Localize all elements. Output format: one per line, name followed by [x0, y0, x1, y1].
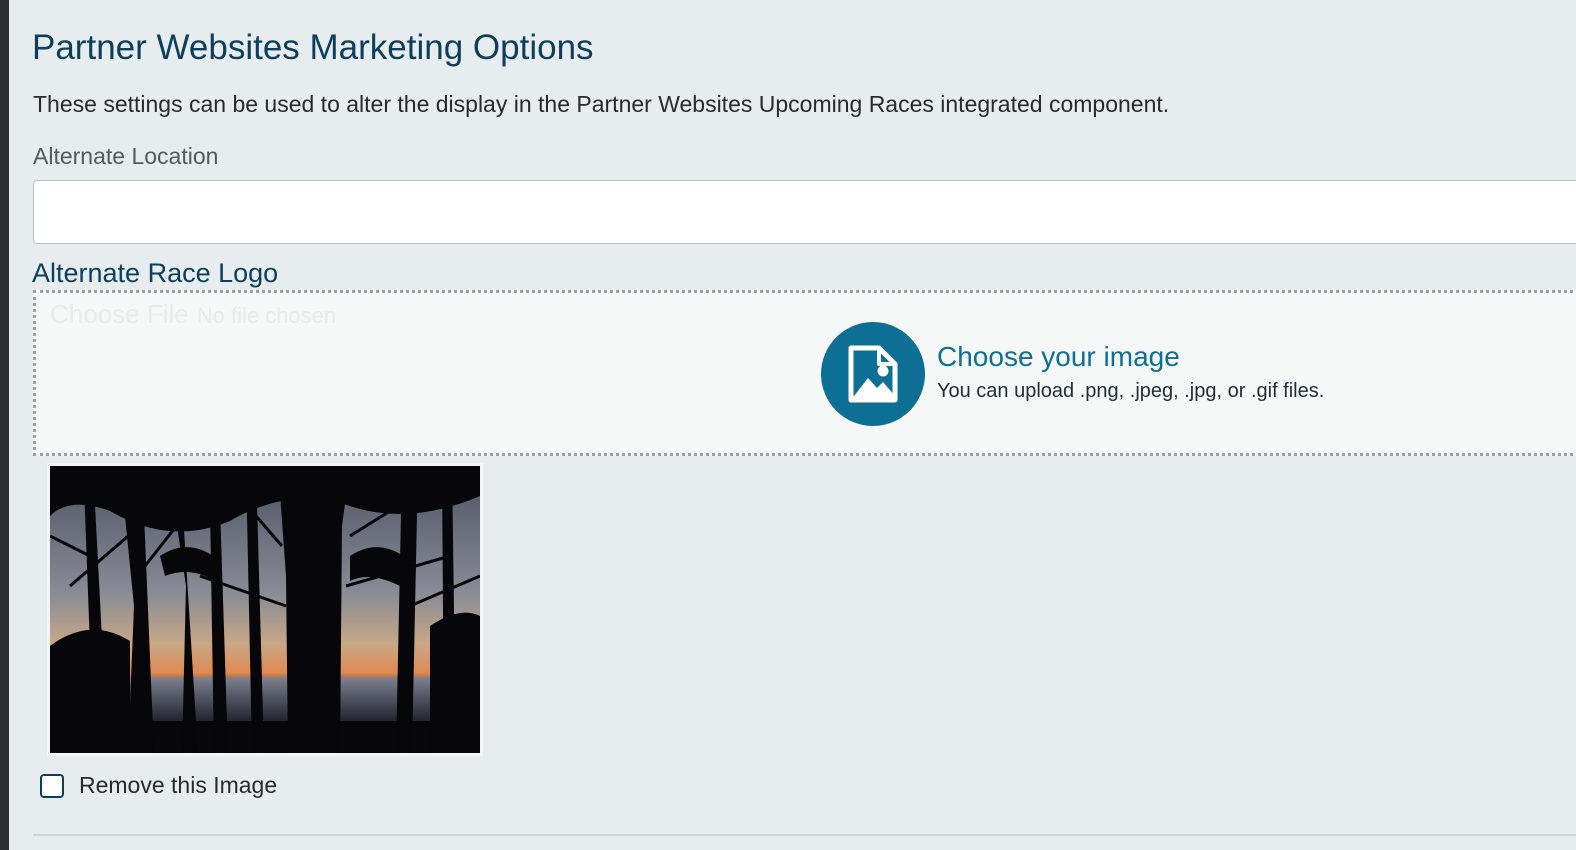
- upload-button[interactable]: [821, 322, 925, 426]
- native-file-input[interactable]: Choose File No file chosen: [50, 299, 336, 330]
- marketing-options-section: Partner Websites Marketing Options These…: [32, 0, 1576, 850]
- remove-image-label[interactable]: Remove this Image: [79, 772, 277, 799]
- page-title: Partner Websites Marketing Options: [32, 28, 594, 67]
- image-dropzone[interactable]: Choose File No file chosen Choose your im…: [33, 290, 1576, 456]
- logo-preview-image: [50, 466, 480, 753]
- upload-hint: You can upload .png, .jpeg, .jpg, or .gi…: [937, 380, 1325, 402]
- intro-text: These settings can be used to alter the …: [33, 91, 1170, 117]
- remove-image-checkbox[interactable]: [40, 773, 64, 798]
- choose-file-button[interactable]: Choose File: [50, 299, 189, 329]
- alternate-race-logo-heading: Alternate Race Logo: [32, 258, 279, 288]
- upload-title[interactable]: Choose your image: [937, 341, 1180, 373]
- section-divider: [33, 834, 1576, 836]
- file-status: No file chosen: [196, 303, 337, 328]
- image-file-icon: [848, 345, 898, 403]
- remove-image-row[interactable]: Remove this Image: [40, 772, 277, 799]
- alternate-location-label: Alternate Location: [33, 143, 219, 169]
- alternate-location-input[interactable]: [33, 180, 1576, 244]
- left-edge-bar: [0, 0, 9, 850]
